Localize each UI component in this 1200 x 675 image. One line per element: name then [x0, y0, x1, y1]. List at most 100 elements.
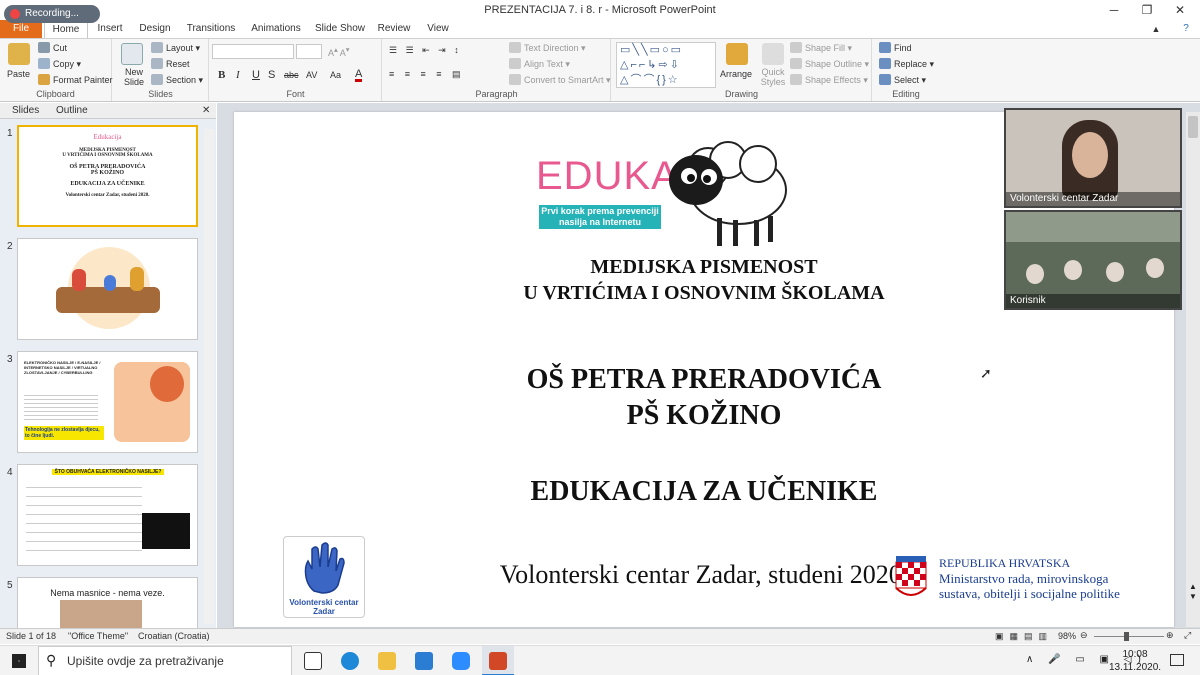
character-spacing-button[interactable]: AV: [306, 70, 317, 80]
notifications-icon[interactable]: [1170, 654, 1184, 666]
shapes-gallery[interactable]: ▭╲╲▭○▭ △⌐⌐↳⇨⇩ △⌒⌒{}☆: [616, 42, 716, 88]
align-text-button[interactable]: Align Text ▾: [509, 58, 570, 70]
clipboard-label: Clipboard: [36, 89, 75, 99]
slide-thumbnail-4[interactable]: ŠTO OBUHVAĆA ELEKTRONIČKO NASILJE?: [17, 464, 198, 566]
quick-styles-button[interactable]: Quick Styles: [758, 67, 788, 87]
view-buttons[interactable]: ▣▦▤▥: [995, 631, 1053, 642]
section-button[interactable]: Section ▾: [151, 74, 203, 86]
theme-name[interactable]: "Office Theme": [68, 631, 128, 641]
school-branch: PŠ KOŽINO: [626, 400, 782, 431]
tab-review[interactable]: Review: [374, 20, 414, 38]
thumbnail-scrollbar[interactable]: [204, 129, 214, 624]
thumb-number: 5: [7, 580, 13, 591]
help-icon[interactable]: ?: [1170, 20, 1200, 38]
find-button[interactable]: Find: [879, 42, 912, 53]
tab-insert[interactable]: Insert: [90, 20, 130, 38]
clipboard-group: Paste Cut Copy ▾ Format Painter Clipboar…: [0, 39, 113, 101]
select-button[interactable]: Select ▾: [879, 74, 926, 86]
clock-date[interactable]: 13.11.2020.: [1108, 662, 1162, 673]
tab-design[interactable]: Design: [134, 20, 176, 38]
zoom-level[interactable]: 98%: [1058, 631, 1076, 641]
thumb-number: 4: [7, 467, 13, 478]
prev-next-slide-icon[interactable]: ▲ ▼: [1189, 582, 1197, 602]
font-name-input[interactable]: [212, 44, 294, 59]
reset-button[interactable]: Reset: [151, 58, 190, 69]
window-title: PREZENTACIJA 7. i 8. r - Microsoft Power…: [484, 4, 716, 16]
croatian-coat-of-arms-icon: [895, 556, 927, 596]
taskbar-search-input[interactable]: Upišite ovdje za pretraživanje: [38, 646, 292, 675]
clock-time[interactable]: 10:08: [1112, 649, 1158, 660]
zoom-app-icon[interactable]: [452, 652, 470, 670]
slides-label: Slides: [148, 89, 173, 99]
powerpoint-taskbar-button[interactable]: [482, 646, 514, 675]
mail-icon[interactable]: [415, 652, 433, 670]
font-size-input[interactable]: [296, 44, 322, 59]
arrange-button[interactable]: Arrange: [720, 69, 752, 79]
zoom-out-button[interactable]: ⊖: [1080, 630, 1088, 641]
close-button[interactable]: ✕: [1164, 0, 1196, 20]
powerpoint-icon: [489, 652, 507, 670]
task-view-icon[interactable]: [304, 652, 322, 670]
slide-thumbnail-1[interactable]: Edukacija MEDIJSKA PISMENOST U VRTIĆIMA …: [17, 125, 198, 227]
tab-transitions[interactable]: Transitions: [180, 20, 242, 38]
shape-fill-button[interactable]: Shape Fill ▾: [790, 42, 852, 54]
edge-icon[interactable]: [341, 652, 359, 670]
drawing-group: ▭╲╲▭○▭ △⌐⌐↳⇨⇩ △⌒⌒{}☆ Arrange Quick Styles …: [612, 39, 872, 101]
slide-thumbnail-5[interactable]: Nema masnice - nema veze.: [17, 577, 198, 628]
align-buttons[interactable]: ≡ ≡ ≡ ≡ ▤: [389, 69, 465, 80]
recording-indicator[interactable]: Recording...: [4, 5, 100, 23]
language[interactable]: Croatian (Croatia): [138, 631, 210, 641]
brush-icon: [38, 74, 50, 85]
binoculars-icon: [879, 42, 891, 53]
thumb-number: 1: [7, 128, 13, 139]
smartart-button[interactable]: Convert to SmartArt ▾: [509, 74, 611, 86]
shadow-button[interactable]: S: [268, 69, 275, 81]
zoom-in-button[interactable]: ⊕: [1166, 630, 1174, 641]
layout-button[interactable]: Layout ▾: [151, 42, 200, 54]
format-painter-button[interactable]: Format Painter: [38, 74, 113, 85]
windows-start-icon[interactable]: [12, 654, 26, 668]
tab-slide-show[interactable]: Slide Show: [312, 20, 368, 38]
video-tile-classroom[interactable]: Korisnik: [1004, 210, 1182, 310]
grow-font-button[interactable]: A▴ A▾: [328, 45, 350, 58]
slide-scrollbar[interactable]: ▲ ▼: [1186, 112, 1200, 627]
cut-button[interactable]: Cut: [38, 42, 67, 53]
scrollbar-thumb[interactable]: [1188, 116, 1198, 138]
tab-slides[interactable]: Slides: [12, 103, 39, 119]
close-pane-icon[interactable]: ✕: [202, 103, 210, 119]
zoom-slider[interactable]: [1094, 636, 1164, 637]
italic-button[interactable]: I: [236, 69, 240, 81]
replace-button[interactable]: Replace ▾: [879, 58, 934, 70]
editing-group: Find Replace ▾ Select ▾ Editing: [873, 39, 939, 101]
zoom-slider-thumb[interactable]: [1124, 632, 1129, 641]
font-color-button[interactable]: A: [355, 69, 363, 82]
tab-animations[interactable]: Animations: [246, 20, 306, 38]
list-buttons[interactable]: ☰ ☰ ⇤ ⇥ ↕: [389, 45, 462, 56]
paste-button[interactable]: Paste: [7, 69, 30, 79]
underline-button[interactable]: U: [252, 69, 260, 81]
align-text-icon: [509, 58, 521, 69]
drawing-label: Drawing: [724, 89, 758, 99]
new-slide-button[interactable]: New Slide: [117, 67, 151, 87]
change-case-button[interactable]: Aa: [330, 70, 341, 80]
tab-outline[interactable]: Outline: [56, 103, 88, 119]
fit-slide-icon[interactable]: ⤢: [1184, 630, 1191, 641]
minimize-button[interactable]: ─: [1098, 0, 1130, 20]
ministry-line-3: sustava, obitelji i socijalne politike: [939, 586, 1120, 601]
edukacija-tagline: Prvi korak prema prevenciji nasilja na I…: [539, 205, 661, 229]
text-direction-button[interactable]: Text Direction ▾: [509, 42, 586, 54]
copy-button[interactable]: Copy ▾: [38, 58, 81, 70]
restore-button[interactable]: ❐: [1131, 0, 1163, 20]
file-explorer-icon[interactable]: [378, 652, 396, 670]
taskbar: Upišite ovdje za pretraživanje ⚲ ∧ 🎤 ▭ ▣…: [0, 645, 1200, 675]
tab-view[interactable]: View: [420, 20, 456, 38]
shape-effects-button[interactable]: Shape Effects ▾: [790, 74, 868, 86]
ribbon-minimize-icon[interactable]: ▲: [1140, 20, 1172, 38]
slide-thumbnail-3[interactable]: ELEKTRONIČKO NASILJE / E-NASILJE / INTER…: [17, 351, 198, 453]
slide-thumbnail-2[interactable]: [17, 238, 198, 340]
editing-label: Editing: [892, 89, 920, 99]
bold-button[interactable]: B: [218, 69, 225, 81]
video-tile-presenter[interactable]: Volonterski centar Zadar: [1004, 108, 1182, 208]
shape-outline-button[interactable]: Shape Outline ▾: [790, 58, 869, 70]
strikethrough-button[interactable]: abc: [284, 70, 299, 80]
